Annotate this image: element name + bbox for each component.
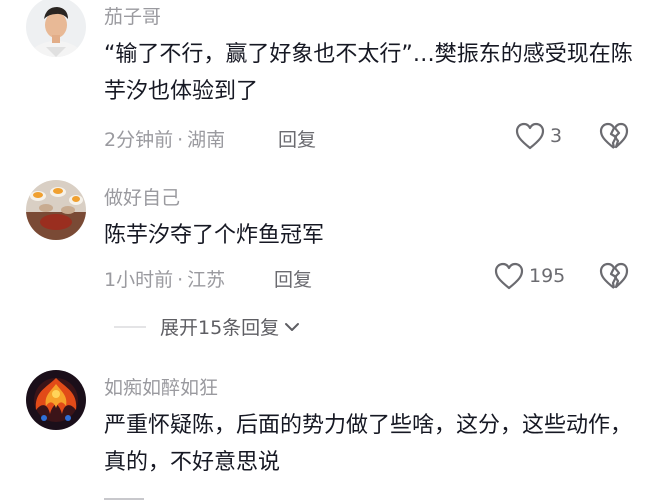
meta-separator: · — [177, 269, 184, 291]
expand-replies-button[interactable]: 展开15条回复 — [114, 313, 301, 340]
expand-divider — [114, 325, 146, 328]
comment-meta: 2分钟前 · 湖南 — [104, 125, 225, 152]
chevron-down-icon — [285, 322, 300, 331]
comment-username[interactable]: 做好自己 — [104, 183, 180, 210]
comment-location: 湖南 — [187, 129, 226, 151]
like-count: 195 — [529, 265, 566, 287]
comment-text: “输了不行，赢了好象也不太行”…樊振东的感受现在陈芋汐也体验到了 — [104, 42, 633, 104]
reply-button[interactable]: 回复 — [274, 265, 312, 292]
like-button[interactable]: 3 — [514, 121, 562, 151]
comment-location: 江苏 — [187, 269, 226, 291]
comment-text: 陈芋汐夺了个炸鱼冠军 — [104, 223, 325, 248]
comment-username[interactable]: 茄子哥 — [104, 2, 161, 29]
cropped-text — [104, 498, 144, 503]
expand-replies-label: 展开15条回复 — [160, 317, 280, 339]
avatar[interactable] — [26, 370, 86, 430]
like-count: 3 — [550, 125, 563, 147]
meta-separator: · — [177, 129, 184, 151]
comment-meta: 1小时前 · 江苏 — [104, 265, 225, 292]
reply-button[interactable]: 回复 — [278, 125, 316, 152]
comment-time: 1小时前 — [104, 269, 174, 291]
like-button[interactable]: 195 — [493, 261, 565, 291]
broken-heart-icon[interactable] — [598, 261, 630, 291]
comment-username[interactable]: 如痴如醉如狂 — [104, 373, 218, 400]
broken-heart-icon[interactable] — [598, 121, 630, 151]
avatar[interactable] — [26, 180, 86, 240]
heart-outline-icon — [515, 122, 545, 150]
comment-time: 2分钟前 — [104, 129, 174, 151]
heart-outline-icon — [494, 262, 524, 290]
comment-meta-partial — [104, 492, 224, 503]
comment-text: 严重怀疑陈，后面的势力做了些啥，这分，这些动作，真的，不好意思说 — [104, 413, 633, 475]
avatar[interactable] — [26, 0, 86, 57]
